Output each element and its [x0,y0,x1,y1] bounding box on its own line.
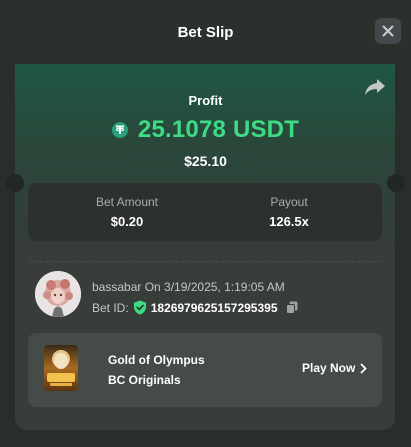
game-card[interactable]: Gold of Olympus BC Originals Play Now [28,333,382,407]
profit-usd-value: $25.10 [184,153,227,169]
play-now-button[interactable]: Play Now [302,361,368,375]
payout-stat: Payout 126.5x [234,195,344,229]
ticket-divider [30,261,380,262]
game-thumbnail[interactable] [44,345,78,391]
bet-slip-header: Bet Slip [0,0,411,64]
payout-value: 126.5x [269,214,309,229]
page-title: Bet Slip [177,24,234,41]
bet-id-row: Bet ID: 1826979625157295395 [92,300,298,315]
game-name: Gold of Olympus [108,353,205,367]
ticket-notch-right [387,174,405,192]
profit-amount: 25.1078 USDT [0,116,411,144]
bet-amount-value: $0.20 [110,214,144,229]
copy-icon[interactable] [285,301,298,314]
close-button[interactable] [375,18,401,44]
bet-id-label: Bet ID: [92,300,129,315]
bet-id-value: 1826979625157295395 [150,300,278,315]
avatar[interactable] [35,271,81,317]
tether-icon [111,122,128,138]
profit-label: Profit [188,93,223,108]
bet-stats: Bet Amount $0.20 Payout 126.5x [28,183,382,241]
chevron-right-icon [360,363,368,373]
ticket-notch-left [6,174,24,192]
play-now-label: Play Now [302,361,356,375]
game-provider: BC Originals [108,373,181,387]
payout-label: Payout [270,195,308,209]
bet-user-time: bassabar On 3/19/2025, 1:19:05 AM [92,280,285,294]
close-icon [382,25,394,37]
bet-amount-stat: Bet Amount $0.20 [72,195,182,229]
profit-value: 25.1078 USDT [137,116,300,143]
bet-amount-label: Bet Amount [95,195,159,209]
shield-check-icon [133,300,146,315]
